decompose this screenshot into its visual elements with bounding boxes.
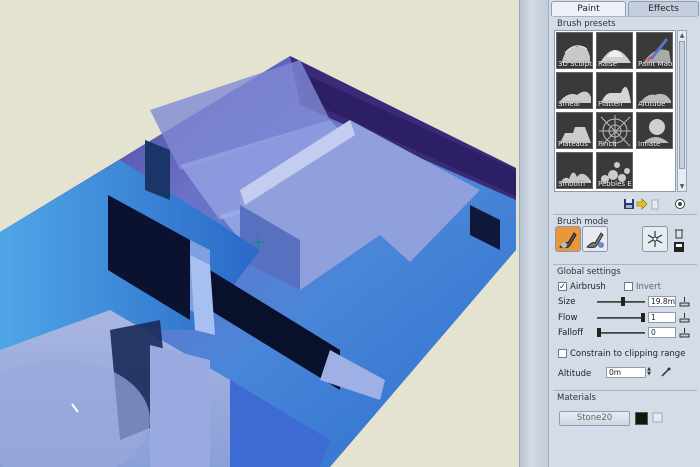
- preset-label: Plateaus: [558, 140, 588, 148]
- brush-presets-title: Brush presets: [557, 19, 616, 29]
- preset-label: Smear: [558, 100, 581, 108]
- airbrush-label: Airbrush: [570, 282, 606, 292]
- invert-checkbox[interactable]: [624, 282, 633, 291]
- terrain-render[interactable]: [0, 0, 519, 467]
- preset-inflate[interactable]: Inflate: [636, 112, 673, 149]
- preset-label: Pebbles Ef: [598, 180, 633, 188]
- preset-pebbles-ef[interactable]: Pebbles Ef: [596, 152, 633, 189]
- preset-label: Altitude: [638, 100, 666, 108]
- save-preset-icon[interactable]: [623, 198, 635, 210]
- constrain-checkbox[interactable]: [558, 349, 567, 358]
- sculpt-brush-icon: [559, 232, 577, 249]
- scroll-thumb[interactable]: [679, 41, 685, 169]
- scroll-down-arrow-icon[interactable]: ▼: [678, 182, 686, 191]
- altitude-label: Altitude: [558, 369, 592, 379]
- preset-label: Flatten: [598, 100, 623, 108]
- size-pressure-icon[interactable]: [679, 296, 690, 307]
- falloff-label: Falloff: [558, 328, 584, 338]
- tab-paint[interactable]: Paint: [551, 1, 626, 16]
- preset-altitude[interactable]: Altitude: [636, 72, 673, 109]
- preset-paint-mater[interactable]: Paint Mater: [636, 32, 673, 69]
- constrain-label: Constrain to clipping range: [570, 349, 686, 359]
- flow-label: Flow: [558, 313, 578, 323]
- trash-icon[interactable]: [673, 227, 685, 239]
- global-settings-title: Global settings: [557, 267, 621, 277]
- preset-label: Inflate: [638, 140, 661, 148]
- preset-label: 3D Sculpt: [558, 60, 592, 68]
- terrain-viewport[interactable]: [0, 0, 519, 467]
- size-label: Size: [558, 297, 576, 307]
- material-button[interactable]: Stone20: [559, 411, 630, 426]
- save-mode-icon[interactable]: [673, 241, 685, 253]
- falloff-slider-thumb[interactable]: [597, 328, 601, 337]
- material-color-swatch[interactable]: [635, 412, 648, 425]
- preset-label: Paint Mater: [638, 60, 672, 68]
- app-root: Paint Effects Brush presets 3D Sculpt Rai…: [0, 0, 700, 467]
- flow-slider-track[interactable]: [597, 317, 645, 319]
- material-link-icon[interactable]: [652, 412, 663, 423]
- preset-flatten[interactable]: Flatten: [596, 72, 633, 109]
- side-panel: Paint Effects Brush presets 3D Sculpt Rai…: [548, 0, 700, 467]
- preset-options-icon[interactable]: [674, 198, 686, 210]
- preset-smooth[interactable]: Smooth: [556, 152, 593, 189]
- airbrush-checkbox[interactable]: ✓: [558, 282, 567, 291]
- preset-smear[interactable]: Smear: [556, 72, 593, 109]
- brush-presets-list[interactable]: 3D Sculpt Raise Paint Mater Smear Flatten Alt…: [554, 30, 676, 192]
- falloff-pressure-icon[interactable]: [679, 327, 690, 338]
- preset-pinch[interactable]: Pinch: [596, 112, 633, 149]
- presets-scrollbar[interactable]: ▲ ▼: [677, 30, 687, 192]
- invert-label: Invert: [636, 282, 661, 292]
- load-preset-arrow-icon[interactable]: [636, 198, 648, 210]
- paint-brush-icon: [586, 232, 604, 249]
- falloff-input[interactable]: 0: [648, 327, 676, 338]
- flow-pressure-icon[interactable]: [679, 312, 690, 323]
- paint-mode-button[interactable]: [582, 226, 608, 252]
- size-input[interactable]: 19.8m: [648, 296, 676, 307]
- falloff-slider-track[interactable]: [597, 332, 645, 334]
- effects-mode-button[interactable]: [642, 226, 668, 252]
- materials-title: Materials: [557, 393, 596, 403]
- materials-group: Materials: [553, 390, 697, 467]
- preset-label: Smooth: [558, 180, 586, 188]
- snowflake-icon: [647, 231, 663, 247]
- flow-slider-thumb[interactable]: [641, 313, 645, 322]
- scroll-up-arrow-icon[interactable]: ▲: [678, 31, 686, 40]
- sculpt-mode-button[interactable]: [555, 226, 581, 252]
- altitude-spinner[interactable]: ▲ ▼: [646, 367, 652, 378]
- tab-bar: Paint Effects: [549, 0, 700, 16]
- preset-3d-sculpt[interactable]: 3D Sculpt: [556, 32, 593, 69]
- preset-label: Raise: [598, 60, 617, 68]
- altitude-input[interactable]: 0m: [606, 367, 646, 378]
- size-slider-thumb[interactable]: [621, 297, 625, 306]
- delete-preset-icon[interactable]: [649, 198, 661, 210]
- tab-effects[interactable]: Effects: [628, 1, 699, 16]
- preset-plateaus[interactable]: Plateaus: [556, 112, 593, 149]
- altitude-picker-icon[interactable]: [660, 367, 671, 378]
- flow-input[interactable]: 1: [648, 312, 676, 323]
- preset-raise[interactable]: Raise: [596, 32, 633, 69]
- preset-label: Pinch: [598, 140, 617, 148]
- panel-divider[interactable]: [519, 0, 548, 467]
